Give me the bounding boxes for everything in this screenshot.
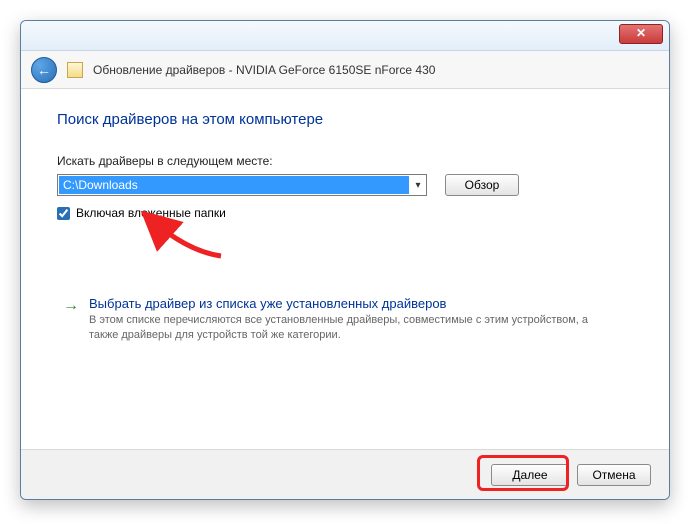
wizard-icon (67, 62, 83, 78)
option-title: Выбрать драйвер из списка уже установлен… (89, 296, 609, 311)
wizard-window: ✕ ← Обновление драйверов - NVIDIA GeForc… (20, 20, 670, 500)
close-icon: ✕ (636, 26, 646, 40)
option-description: В этом списке перечисляются все установл… (89, 313, 609, 343)
include-subfolders-checkbox[interactable] (57, 207, 70, 220)
back-button[interactable]: ← (31, 57, 57, 83)
include-subfolders-label: Включая вложенные папки (76, 206, 226, 220)
browse-button[interactable]: Обзор (445, 174, 519, 196)
pick-from-list-option[interactable]: → Выбрать драйвер из списка уже установл… (57, 290, 633, 349)
next-button[interactable]: Далее (491, 464, 569, 486)
chevron-down-icon[interactable]: ▾ (410, 180, 426, 191)
path-label: Искать драйверы в следующем месте: (57, 154, 633, 168)
window-title: Обновление драйверов - NVIDIA GeForce 61… (93, 63, 435, 77)
header-row: ← Обновление драйверов - NVIDIA GeForce … (21, 51, 669, 89)
arrow-right-icon: → (63, 298, 79, 343)
option-text: Выбрать драйвер из списка уже установлен… (89, 296, 609, 343)
path-value: C:\Downloads (59, 176, 409, 194)
back-arrow-icon: ← (37, 62, 51, 78)
titlebar: ✕ (21, 21, 669, 51)
close-button[interactable]: ✕ (619, 24, 663, 44)
page-heading: Поиск драйверов на этом компьютере (57, 111, 633, 128)
footer: Далее Отмена (21, 449, 669, 499)
content-area: Поиск драйверов на этом компьютере Искат… (21, 89, 669, 349)
path-row: C:\Downloads ▾ Обзор (57, 174, 633, 196)
include-subfolders-row: Включая вложенные папки (57, 206, 633, 220)
path-combobox[interactable]: C:\Downloads ▾ (57, 174, 427, 196)
cancel-button[interactable]: Отмена (577, 464, 651, 486)
